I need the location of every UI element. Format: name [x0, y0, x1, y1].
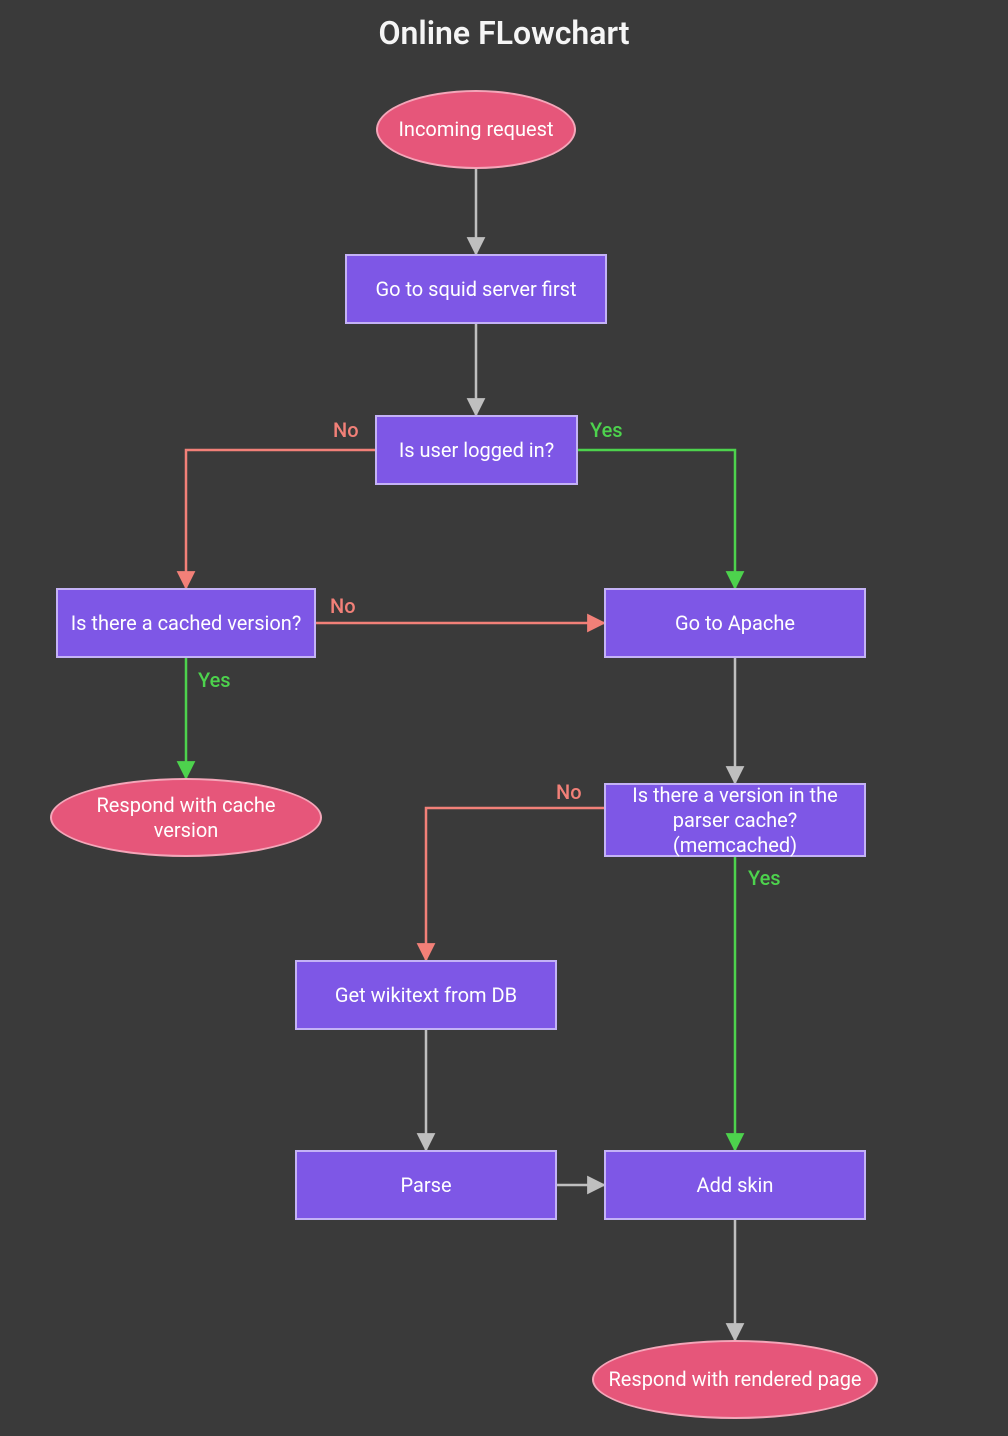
node-label: Go to squid server first: [375, 277, 576, 302]
node-label: Get wikitext from DB: [335, 983, 517, 1008]
label-memcached-no: No: [556, 780, 582, 804]
page-title: Online FLowchart: [0, 14, 1008, 52]
flowchart-canvas: Online FLowchart: [0, 0, 1008, 1436]
node-label: Add skin: [697, 1173, 774, 1198]
label-cached-yes: Yes: [198, 668, 231, 692]
process-parse: Parse: [295, 1150, 557, 1220]
node-label: Is there a cached version?: [71, 611, 302, 636]
node-label: Incoming request: [398, 117, 553, 142]
decision-cached: Is there a cached version?: [56, 588, 316, 658]
label-loggedin-no: No: [333, 418, 359, 442]
terminator-respond-cache: Respond with cache version: [50, 778, 322, 857]
edge-loggedin-yes: [578, 450, 735, 588]
process-addskin: Add skin: [604, 1150, 866, 1220]
node-label: Respond with cache version: [62, 793, 310, 843]
terminator-respond-page: Respond with rendered page: [592, 1340, 878, 1419]
node-label: Respond with rendered page: [608, 1367, 861, 1392]
node-label: Go to Apache: [675, 611, 795, 636]
decision-logged-in: Is user logged in?: [375, 415, 578, 485]
decision-memcached: Is there a version in the parser cache? …: [604, 783, 866, 857]
node-label: Parse: [400, 1173, 451, 1198]
label-cached-no: No: [330, 594, 356, 618]
node-label: Is there a version in the parser cache? …: [616, 783, 854, 858]
process-squid: Go to squid server first: [345, 254, 607, 324]
terminator-start: Incoming request: [376, 90, 576, 169]
process-wikitext: Get wikitext from DB: [295, 960, 557, 1030]
edge-loggedin-no: [186, 450, 375, 588]
label-loggedin-yes: Yes: [590, 418, 623, 442]
process-apache: Go to Apache: [604, 588, 866, 658]
edge-memcached-no: [426, 808, 604, 960]
node-label: Is user logged in?: [399, 438, 554, 463]
edges-layer: [0, 0, 1008, 1436]
label-memcached-yes: Yes: [748, 866, 781, 890]
